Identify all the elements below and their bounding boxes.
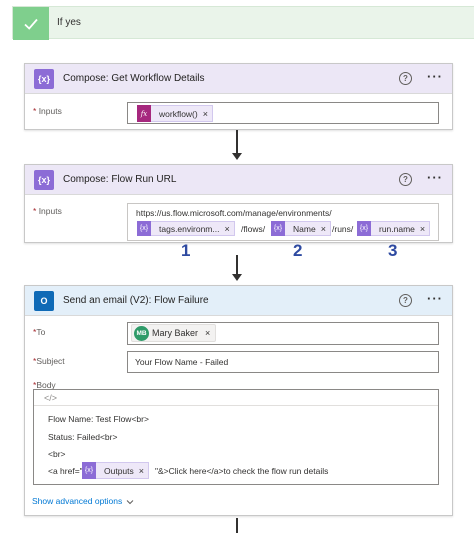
inputs-label: * Inputs xyxy=(33,206,62,216)
help-icon[interactable]: ? xyxy=(399,173,412,186)
subject-label: *Subject xyxy=(33,356,65,366)
inputs-field[interactable]: https://us.flow.microsoft.com/manage/env… xyxy=(127,203,439,241)
outputs-token[interactable]: {x} Outputs × xyxy=(82,462,150,479)
avatar: MB xyxy=(134,325,149,341)
if-yes-label: If yes xyxy=(57,17,81,28)
body-editor[interactable]: </> Flow Name: Test Flow<br> Status: Fai… xyxy=(33,389,439,485)
to-field[interactable]: MB Mary Baker × xyxy=(127,322,439,345)
body-line-break: <br> xyxy=(48,449,66,459)
body-link-prefix: <a href=" xyxy=(48,466,83,476)
compose-get-workflow-details-card: {x} Compose: Get Workflow Details ? ··· … xyxy=(24,63,453,130)
checkmark-icon xyxy=(13,7,49,40)
to-label: *To xyxy=(33,327,45,337)
dynamic-content-icon: {x} xyxy=(271,221,285,236)
compose-icon: {x} xyxy=(34,170,54,190)
url-prefix-text: https://us.flow.microsoft.com/manage/env… xyxy=(136,208,332,218)
annotation-number-3: 3 xyxy=(388,241,398,260)
card-title: Send an email (V2): Flow Failure xyxy=(63,295,209,306)
token-label: tags.environm... xyxy=(159,223,220,234)
name-token[interactable]: {x} Name × xyxy=(271,221,331,236)
compose-icon: {x} xyxy=(34,69,54,89)
send-email-card: O Send an email (V2): Flow Failure ? ···… xyxy=(24,285,453,516)
recipient-name: Mary Baker xyxy=(152,328,199,338)
remove-token-icon[interactable]: × xyxy=(321,224,330,234)
token-label: workflow() xyxy=(159,108,198,119)
subject-label-text: Subject xyxy=(36,356,65,366)
more-options-icon[interactable]: ··· xyxy=(427,291,443,306)
outlook-icon: O xyxy=(34,291,54,311)
subject-input[interactable]: Your Flow Name - Failed xyxy=(127,351,439,373)
remove-recipient-icon[interactable]: × xyxy=(198,328,215,338)
dynamic-content-icon: {x} xyxy=(357,221,371,236)
inputs-field[interactable]: fx workflow() × xyxy=(127,102,439,124)
required-mark: * xyxy=(33,206,37,216)
required-mark: * xyxy=(33,106,37,116)
help-icon[interactable]: ? xyxy=(399,72,412,85)
expression-icon: fx xyxy=(137,105,151,122)
run-name-token[interactable]: {x} run.name × xyxy=(357,221,431,236)
inputs-label: * Inputs xyxy=(33,106,62,116)
annotation-number-1: 1 xyxy=(181,241,191,260)
environment-token[interactable]: {x} tags.environm... × xyxy=(137,221,235,236)
inputs-label-text: Inputs xyxy=(38,106,62,116)
inputs-label-text: Inputs xyxy=(38,206,62,216)
card-header[interactable]: O Send an email (V2): Flow Failure ? ··· xyxy=(25,286,452,316)
token-label: Outputs xyxy=(104,465,134,476)
more-options-icon[interactable]: ··· xyxy=(427,170,443,185)
annotation-number-2: 2 xyxy=(293,241,303,260)
flow-connector-line xyxy=(236,130,238,154)
card-title: Compose: Flow Run URL xyxy=(63,174,177,185)
body-line-status: Status: Failed<br> xyxy=(48,432,118,442)
advanced-options-label: Show advanced options xyxy=(32,496,123,506)
card-header[interactable]: {x} Compose: Get Workflow Details ? ··· xyxy=(25,64,452,94)
help-icon[interactable]: ? xyxy=(399,294,412,307)
workflow-token[interactable]: fx workflow() × xyxy=(137,105,213,122)
flow-connector-line xyxy=(236,518,238,533)
body-line-flow-name: Flow Name: Test Flow<br> xyxy=(48,414,149,424)
runs-separator: /runs/ xyxy=(332,224,354,234)
divider xyxy=(34,405,438,406)
if-yes-branch-header[interactable]: If yes xyxy=(12,6,474,40)
compose-flow-run-url-card: {x} Compose: Flow Run URL ? ··· * Inputs… xyxy=(24,164,453,243)
show-advanced-options-link[interactable]: Show advanced options xyxy=(32,496,134,506)
card-header[interactable]: {x} Compose: Flow Run URL ? ··· xyxy=(25,165,452,195)
to-label-text: To xyxy=(36,327,46,337)
code-view-toggle-icon[interactable]: </> xyxy=(44,393,57,403)
more-options-icon[interactable]: ··· xyxy=(427,69,443,84)
recipient-token[interactable]: MB Mary Baker × xyxy=(131,324,217,342)
remove-token-icon[interactable]: × xyxy=(139,466,148,476)
flow-arrow-icon xyxy=(232,153,242,160)
card-title: Compose: Get Workflow Details xyxy=(63,73,205,84)
token-label: run.name xyxy=(379,223,415,234)
remove-token-icon[interactable]: × xyxy=(420,224,429,234)
remove-token-icon[interactable]: × xyxy=(224,224,233,234)
token-label: Name xyxy=(293,223,316,234)
subject-value: Your Flow Name - Failed xyxy=(135,357,229,367)
dynamic-content-icon: {x} xyxy=(137,221,151,236)
flow-connector-line xyxy=(236,255,238,275)
body-link-suffix: "&>Click here</a>to check the flow run d… xyxy=(155,466,329,476)
flow-arrow-icon xyxy=(232,274,242,281)
remove-token-icon[interactable]: × xyxy=(203,109,212,119)
dynamic-content-icon: {x} xyxy=(82,462,96,479)
flows-separator: /flows/ xyxy=(241,224,266,234)
chevron-down-icon xyxy=(126,499,134,504)
